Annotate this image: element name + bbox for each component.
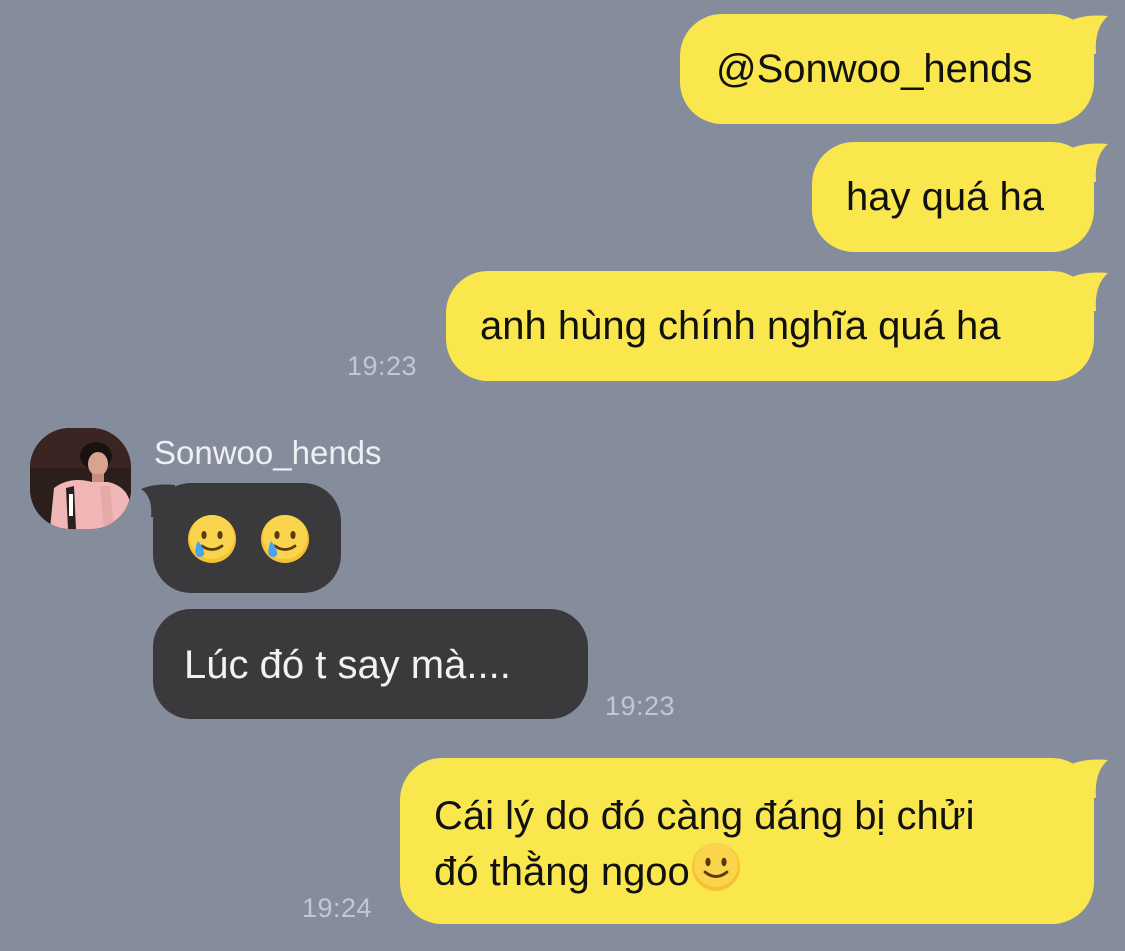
message-text: @Sonwoo_hends xyxy=(716,47,1033,91)
message-timestamp: 19:24 xyxy=(302,893,373,923)
bubble-tail-icon xyxy=(1072,759,1108,798)
message-text: anh hùng chính nghĩa quá ha xyxy=(480,304,1001,348)
bubble-tail-icon xyxy=(1072,15,1108,54)
message-text: đó thằng ngoo xyxy=(434,850,690,894)
message-timestamp: 19:23 xyxy=(347,351,418,381)
slightly-smiling-emoji-icon xyxy=(691,843,740,891)
bubble-tail-icon xyxy=(141,484,175,517)
crying-smile-emoji-icon xyxy=(186,513,238,565)
crying-smile-emoji-icon xyxy=(259,513,311,565)
outgoing-message-bubble[interactable]: Cái lý do đó càng đáng bị chửi đó thằng … xyxy=(400,758,1108,924)
message-text: hay quá ha xyxy=(846,175,1044,219)
message-text-line: đó thằng ngoo xyxy=(434,841,1094,897)
message-text: Lúc đó t say mà.... xyxy=(184,643,511,687)
incoming-message-bubble[interactable]: Lúc đó t say mà.... xyxy=(153,609,588,719)
outgoing-message-bubble[interactable]: anh hùng chính nghĩa quá ha xyxy=(446,271,1108,381)
bubble-tail-icon xyxy=(1072,143,1108,182)
message-text-line: Cái lý do đó càng đáng bị chửi xyxy=(434,794,975,838)
sender-name: Sonwoo_hends xyxy=(154,434,382,471)
message-timestamp: 19:23 xyxy=(605,691,676,721)
outgoing-message-bubble[interactable]: @Sonwoo_hends xyxy=(680,14,1108,124)
avatar-image xyxy=(30,428,131,529)
incoming-message-bubble[interactable] xyxy=(141,483,341,593)
bubble-tail-icon xyxy=(1072,272,1108,311)
avatar[interactable] xyxy=(30,428,131,529)
outgoing-message-bubble[interactable]: hay quá ha xyxy=(812,142,1108,252)
